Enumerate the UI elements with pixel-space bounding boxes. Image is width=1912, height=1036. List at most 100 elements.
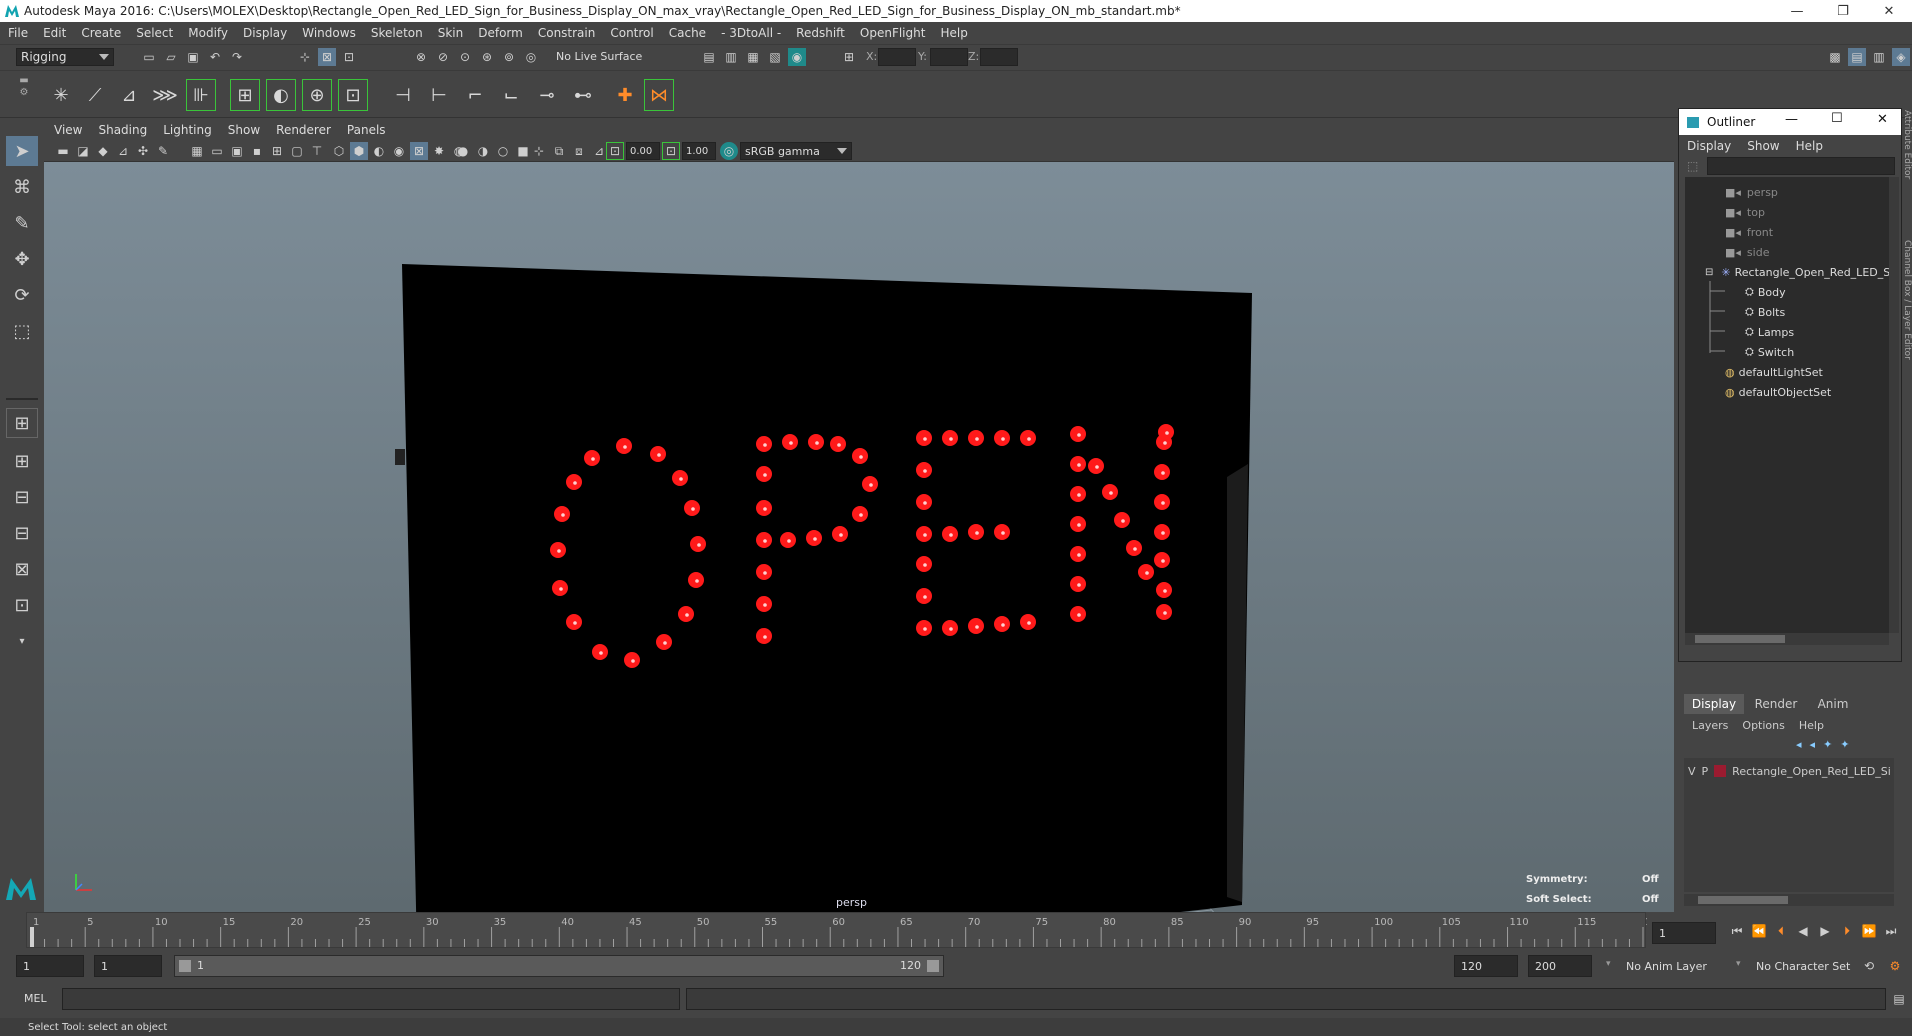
camera-select-icon[interactable]: ▬ [54,142,72,160]
save-scene-icon[interactable]: ▣ [184,48,202,66]
hypershade-layout-icon[interactable]: ⊠ [6,554,38,584]
more-layouts-icon[interactable]: ▾ [6,626,38,656]
gamma-field[interactable]: 1.00 [682,142,716,160]
layer-horizontal-scrollbar[interactable] [1684,894,1894,906]
outliner-horizontal-scrollbar[interactable] [1685,633,1889,645]
new-layer-selected-icon[interactable]: ✦ [1840,738,1849,751]
render-settings-icon[interactable]: ▦ [744,48,762,66]
smooth-shade-icon[interactable]: ⬢ [350,142,368,160]
snap-point-icon[interactable]: ⊙ [456,48,474,66]
scale-constraint-icon[interactable]: ⌙ [496,79,526,111]
step-back-key-icon[interactable]: ⏴ [1772,922,1790,940]
x-coord-field[interactable] [878,48,916,66]
menu-skin[interactable]: Skin [438,26,464,40]
outliner-item-body[interactable]: ⛭ Body [1745,283,1786,301]
menu-deform[interactable]: Deform [478,26,523,40]
script-language-toggle[interactable]: MEL [24,992,47,1005]
menu-edit[interactable]: Edit [43,26,66,40]
select-component-icon[interactable]: ⊡ [340,48,358,66]
menu-constrain[interactable]: Constrain [538,26,596,40]
view-transform-dropdown[interactable]: sRGB gamma [740,142,852,160]
viewport-persp[interactable]: persp Symmetry: Off Soft Select: Off [44,162,1674,912]
channel-box-icon[interactable]: ◈ [1892,48,1910,66]
outliner-item-bolts[interactable]: ⛭ Bolts [1745,303,1785,321]
outliner-minimize-button[interactable]: — [1785,112,1798,127]
outliner-close-button[interactable]: ✕ [1877,112,1888,127]
xray-active-icon[interactable]: ⧈ [570,142,588,160]
lattice-icon[interactable]: ⊡ [338,79,368,111]
layer-row[interactable]: V P Rectangle_Open_Red_LED_Si [1688,762,1892,780]
character-set-dropdown[interactable]: ▾ No Character Set [1732,955,1868,977]
snap-grid-icon[interactable]: ⊗ [412,48,430,66]
wireframe-shaded-icon[interactable]: ◐ [370,142,388,160]
collapse-icon[interactable]: ⊟ [1705,267,1713,278]
menu-openflight[interactable]: OpenFlight [860,26,926,40]
channel-box-side-tab[interactable]: Channel Box / Layer Editor [1902,240,1912,420]
close-button[interactable]: ✕ [1866,0,1912,22]
orient-constraint-icon[interactable]: ⌐ [460,79,490,111]
gamma-icon[interactable]: ⊡ [662,142,680,160]
menu-set-dropdown[interactable]: Rigging [16,48,114,66]
resolution-gate-icon[interactable]: ▣ [228,142,246,160]
tool-settings-icon[interactable]: ▥ [1870,48,1888,66]
anim-prefs-icon[interactable]: ⚙ [1886,957,1904,975]
go-to-end-icon[interactable]: ⏭ [1882,922,1900,940]
modeling-toolkit-icon[interactable]: ▩ [1826,48,1844,66]
menu-help[interactable]: Help [940,26,967,40]
menu-redshift[interactable]: Redshift [796,26,845,40]
safe-action-icon[interactable]: ▢ [288,142,306,160]
menu-3dtoall[interactable]: - 3DtoAll - [721,26,781,40]
attribute-editor-icon[interactable]: ▤ [1848,48,1866,66]
select-hierarchy-icon[interactable]: ⊹ [296,48,314,66]
layout-extra-icon[interactable]: ⊡ [6,590,38,620]
paint-weights-icon[interactable]: ⊕ [302,79,332,111]
parent-constraint-icon[interactable]: ⊣ [388,79,418,111]
joint-tool-icon[interactable]: ✳ [46,79,76,111]
panel-menu-renderer[interactable]: Renderer [276,123,331,137]
undo-icon[interactable]: ↶ [206,48,224,66]
menu-select[interactable]: Select [136,26,173,40]
textured-icon[interactable]: ◉ [390,142,408,160]
motion-blur-icon[interactable]: ● [454,142,472,160]
outliner-filter-icon[interactable]: ⬚ [1687,159,1703,175]
insert-joint-icon[interactable]: ⋙ [150,79,180,111]
current-frame-field[interactable]: 1 [1652,922,1716,944]
range-slider[interactable]: 1 120 [174,955,944,977]
anim-layer-dropdown[interactable]: ▾ No Anim Layer [1602,955,1738,977]
time-slider[interactable]: 1 5 10 15 20 25 30 35 40 45 50 55 60 65 70 75 80 85 90 95 10… [26,912,1664,949]
tab-anim[interactable]: Anim [1808,694,1858,714]
snap-surface-icon[interactable]: ⊚ [500,48,518,66]
switch-knob[interactable] [395,449,405,465]
minimize-button[interactable]: — [1774,0,1820,22]
snap-curve-icon[interactable]: ⊘ [434,48,452,66]
panel-menu-view[interactable]: View [54,123,82,137]
menu-windows[interactable]: Windows [302,26,356,40]
transform-mode-icon[interactable]: ⊞ [840,48,858,66]
redo-icon[interactable]: ↷ [228,48,246,66]
outliner-item-persp[interactable]: ■◂ persp [1725,183,1778,201]
point-constraint-icon[interactable]: ⊢ [424,79,454,111]
outliner-menu-help[interactable]: Help [1796,139,1823,153]
four-view-icon[interactable]: ⊞ [6,446,38,476]
current-time-marker[interactable] [30,927,34,947]
new-scene-icon[interactable]: ▭ [140,48,158,66]
film-gate-icon[interactable]: ▭ [208,142,226,160]
wireframe-icon[interactable]: ⬡ [330,142,348,160]
outliner-search-input[interactable] [1707,157,1895,175]
menu-create[interactable]: Create [81,26,121,40]
outliner-item-side[interactable]: ■◂ side [1725,243,1769,261]
outliner-menu-display[interactable]: Display [1687,139,1731,153]
lasso-tool-icon[interactable]: ⌘ [6,172,38,202]
render-view-icon[interactable]: ◉ [788,48,806,66]
menu-display[interactable]: Display [243,26,287,40]
ik-handle-icon[interactable]: ⟋ [80,79,110,111]
maya-home-icon[interactable] [4,874,38,902]
menu-control[interactable]: Control [610,26,653,40]
animation-start-field[interactable]: 1 [16,955,84,977]
anti-alias-icon[interactable]: ◑ [474,142,492,160]
layer-playback-toggle[interactable]: P [1702,765,1709,778]
command-input[interactable] [62,988,680,1010]
ipr-render-icon[interactable]: ▥ [722,48,740,66]
live-surface-label[interactable]: No Live Surface [556,50,642,63]
time-ruler[interactable]: 1 5 10 15 20 25 30 35 40 45 50 55 60 65 70 75 80 85 90 95 10… [27,913,1664,949]
